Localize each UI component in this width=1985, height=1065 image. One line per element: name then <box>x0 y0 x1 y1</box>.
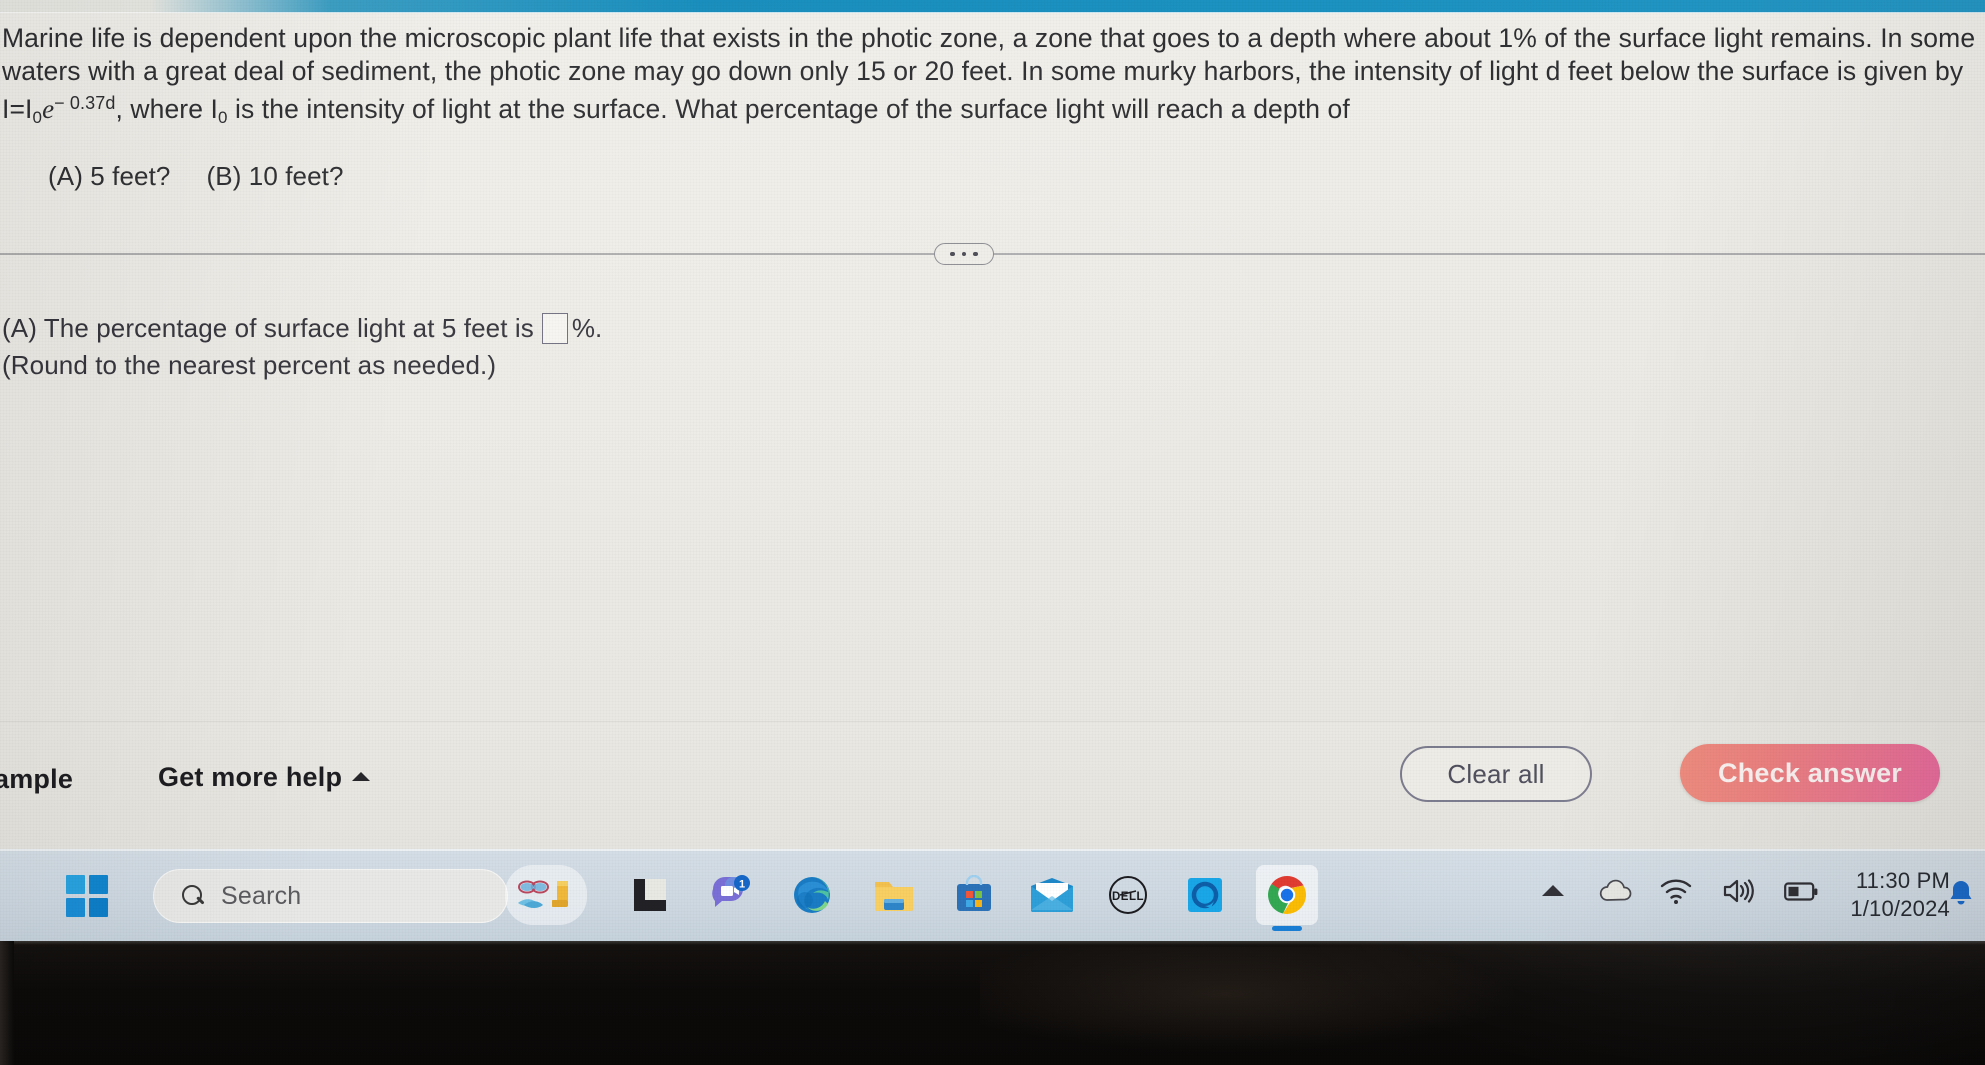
answer-area: (A) The percentage of surface light at 5… <box>2 313 1202 381</box>
action-bar: ample Get more help Clear all Check answ… <box>0 721 1985 849</box>
google-chrome-icon[interactable] <box>1256 865 1318 925</box>
problem-statement: Marine life is dependent upon the micros… <box>2 22 1977 135</box>
weather-widget-icon[interactable] <box>505 865 587 925</box>
dell-icon[interactable]: DELL <box>1098 865 1158 925</box>
answer-suffix-text: %. <box>571 313 603 343</box>
divider-expand-button[interactable] <box>934 243 994 265</box>
alexa-icon[interactable] <box>1175 865 1235 925</box>
bezel-left-edge <box>0 941 14 1065</box>
formula-base: I <box>25 94 33 124</box>
clock-date: 1/10/2024 <box>1850 896 1950 921</box>
volume-icon[interactable] <box>1722 877 1754 910</box>
choice-a-label: (A) 5 feet? <box>48 161 171 191</box>
formula-base-subscript: 0 <box>32 108 43 127</box>
photographed-screen: Marine life is dependent upon the micros… <box>0 0 1985 1065</box>
problem-text-part-1: Marine life is dependent upon the micros… <box>2 23 1976 86</box>
intensity-formula: I=I0e− 0.37d <box>2 87 115 135</box>
divider-dot-3 <box>973 251 978 257</box>
search-input[interactable]: Search <box>153 869 508 923</box>
chevron-up-icon <box>352 772 371 781</box>
bezel-reflection <box>980 947 1680 1065</box>
clear-all-button[interactable]: Clear all <box>1400 746 1592 802</box>
microsoft-edge-icon[interactable] <box>782 865 842 925</box>
show-hidden-icons-chevron-icon[interactable] <box>1542 885 1564 896</box>
problem-text-part-2: , where <box>115 94 211 124</box>
answer-prefix-text: (A) The percentage of surface light at 5… <box>2 313 534 343</box>
battery-icon[interactable] <box>1784 881 1818 908</box>
question-page: Marine life is dependent upon the micros… <box>0 13 1985 849</box>
i0-variable: I <box>210 94 218 124</box>
i0-subscript: 0 <box>217 108 228 127</box>
windows-start-icon[interactable] <box>66 875 108 917</box>
divider-dot-1 <box>950 251 955 257</box>
clock-time: 11:30 PM <box>1855 868 1950 893</box>
mail-icon[interactable] <box>1022 865 1082 925</box>
file-explorer-icon[interactable] <box>864 865 924 925</box>
app-top-accent-bar <box>0 0 1985 17</box>
microsoft-store-icon[interactable] <box>944 865 1004 925</box>
search-placeholder: Search <box>221 881 302 910</box>
wifi-icon[interactable] <box>1660 877 1692 910</box>
onedrive-cloud-icon[interactable] <box>1598 879 1632 910</box>
answer-line: (A) The percentage of surface light at 5… <box>2 313 1202 344</box>
chat-badge-count: 1 <box>739 879 745 891</box>
check-answer-button[interactable]: Check answer <box>1680 744 1940 802</box>
chat-teams-icon[interactable]: 1 <box>700 865 760 925</box>
windows-taskbar: Search 1 DELL 11:30 PM 1/10/2024 <box>0 849 1985 941</box>
notification-bell-icon[interactable] <box>1948 879 1974 912</box>
rounding-instruction: (Round to the nearest percent as needed.… <box>2 350 497 380</box>
answer-input-box[interactable] <box>541 313 568 344</box>
formula-equals: = <box>9 94 26 124</box>
get-more-help-label: Get more help <box>158 762 343 792</box>
file-explorer-legacy-icon[interactable] <box>620 865 680 925</box>
divider-dot-2 <box>961 251 967 257</box>
clock[interactable]: 11:30 PM 1/10/2024 <box>1830 867 1950 923</box>
formula-exp-var: e <box>42 94 55 124</box>
choice-b-label: (B) 10 feet? <box>206 161 344 191</box>
laptop-bezel <box>0 941 1985 1065</box>
example-button[interactable]: ample <box>0 764 73 795</box>
search-icon <box>181 884 205 908</box>
formula-exponent: − 0.37d <box>54 93 116 113</box>
problem-choices: (A) 5 feet? (B) 10 feet? <box>48 161 344 192</box>
problem-text-part-3: is the intensity of light at the surface… <box>227 94 1350 124</box>
get-more-help-button[interactable]: Get more help <box>158 762 371 793</box>
